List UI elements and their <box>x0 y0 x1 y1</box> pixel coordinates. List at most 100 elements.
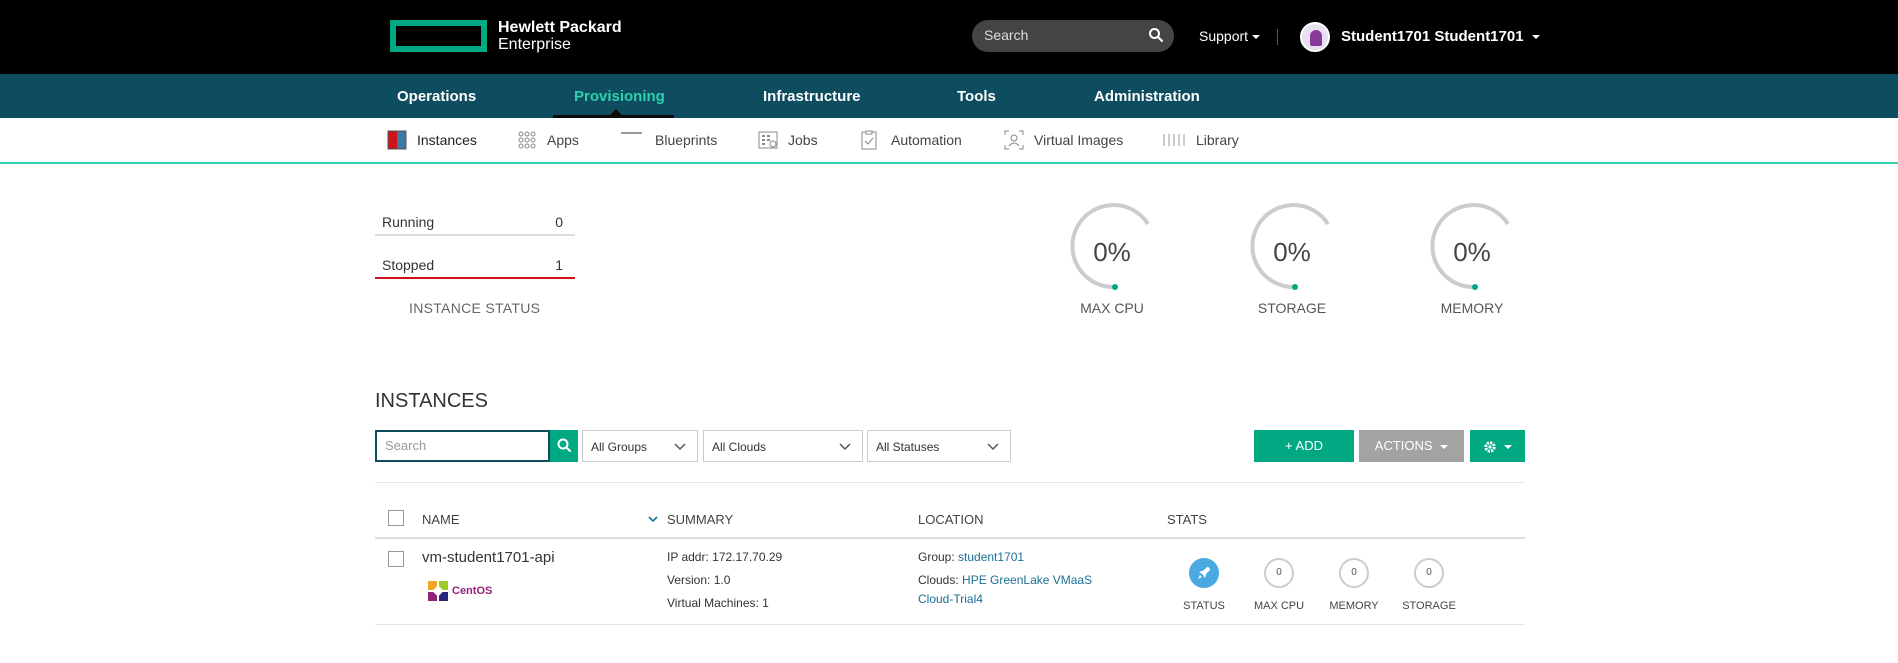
global-search-input[interactable] <box>984 27 1144 43</box>
column-location[interactable]: LOCATION <box>918 512 984 527</box>
running-count: 0 <box>555 214 563 230</box>
nav-provisioning[interactable]: Provisioning <box>574 88 665 105</box>
settings-button[interactable] <box>1470 430 1525 462</box>
stopped-count: 1 <box>555 257 563 273</box>
sub-nav: Instances Apps Blueprints Jobs Automatio… <box>0 118 1898 164</box>
chevron-down-icon <box>1440 444 1449 449</box>
running-label: Running <box>382 214 435 230</box>
status-running[interactable]: Running 0 <box>375 214 575 236</box>
chevron-down-icon <box>1252 35 1261 40</box>
support-menu[interactable]: Support <box>1199 28 1261 44</box>
subnav-instances[interactable]: Instances <box>387 130 477 150</box>
column-summary[interactable]: SUMMARY <box>667 512 733 527</box>
gauge-label: MAX CPU <box>1080 300 1144 316</box>
subnav-library-label: Library <box>1196 132 1239 148</box>
user-name: Student1701 Student1701 <box>1341 28 1524 45</box>
library-icon <box>1162 130 1186 150</box>
rocket-icon <box>1198 567 1210 579</box>
search-icon[interactable] <box>1148 27 1164 48</box>
os-label: CentOS <box>452 585 493 597</box>
logo-line-1: Hewlett Packard <box>498 19 622 36</box>
gauge-memory: 0% MEMORY <box>1428 201 1528 316</box>
filter-statuses-value: All Statuses <box>876 440 940 454</box>
sort-desc-icon[interactable] <box>648 515 658 523</box>
cloud-link[interactable]: HPE GreenLake VMaaS <box>962 573 1092 587</box>
status-indicator[interactable] <box>1189 558 1219 588</box>
row-checkbox[interactable] <box>388 551 404 567</box>
instances-search-input[interactable] <box>385 438 535 453</box>
os-logo: CentOS <box>426 579 492 603</box>
main-nav: Operations Provisioning Infrastructure T… <box>0 74 1898 118</box>
actions-button[interactable]: ACTIONS <box>1359 430 1464 462</box>
summary-vms: Virtual Machines: 1 <box>667 596 769 610</box>
stopped-label: Stopped <box>382 257 435 273</box>
column-stats: STATS <box>1167 512 1207 527</box>
subnav-instances-label: Instances <box>417 132 477 148</box>
gear-icon <box>1483 440 1496 453</box>
add-instance-button[interactable]: + ADD <box>1254 430 1354 462</box>
select-all-checkbox[interactable] <box>388 510 404 526</box>
blueprints-icon <box>620 130 643 150</box>
divider <box>375 537 1525 539</box>
nav-tools[interactable]: Tools <box>957 88 996 105</box>
chevron-down-icon <box>674 443 686 451</box>
subnav-automation-label: Automation <box>891 132 962 148</box>
subnav-virtual-images[interactable]: Virtual Images <box>1004 130 1123 150</box>
group-link[interactable]: student1701 <box>958 550 1024 564</box>
gauge-storage: 0% STORAGE <box>1248 201 1348 316</box>
divider <box>375 624 1525 625</box>
stat-max-cpu: 0 <box>1264 558 1294 588</box>
gauge-label: STORAGE <box>1257 300 1327 316</box>
subnav-jobs-label: Jobs <box>788 132 818 148</box>
subnav-apps[interactable]: Apps <box>517 130 579 150</box>
location-group: Group: student1701 <box>918 550 1024 564</box>
location-clouds: Clouds: HPE GreenLake VMaaS <box>918 573 1092 587</box>
support-label: Support <box>1199 28 1249 44</box>
instance-name[interactable]: vm-student1701-api <box>422 549 555 566</box>
filter-clouds-select[interactable]: All Clouds <box>703 430 863 462</box>
nav-operations[interactable]: Operations <box>397 88 476 105</box>
nav-administration[interactable]: Administration <box>1094 88 1200 105</box>
apps-icon <box>517 130 537 150</box>
stat-storage: 0 <box>1414 558 1444 588</box>
virtual-images-icon <box>1004 130 1024 150</box>
chevron-down-icon <box>1531 35 1540 40</box>
subnav-automation[interactable]: Automation <box>859 130 962 150</box>
instances-search <box>375 430 550 462</box>
clouds-label: Clouds: <box>918 573 959 587</box>
subnav-blueprints-label: Blueprints <box>655 132 718 148</box>
subnav-virtual-images-label: Virtual Images <box>1034 132 1124 148</box>
filter-statuses-select[interactable]: All Statuses <box>867 430 1011 462</box>
subnav-jobs[interactable]: Jobs <box>758 130 818 150</box>
filter-groups-select[interactable]: All Groups <box>582 430 698 462</box>
hpe-logo[interactable]: Hewlett Packard Enterprise <box>390 19 622 53</box>
gauge-value: 0% <box>1093 237 1131 267</box>
chevron-down-icon <box>1504 444 1513 449</box>
stat-status-label: STATUS <box>1183 600 1225 612</box>
jobs-icon <box>758 130 778 150</box>
hpe-logo-mark <box>390 20 487 52</box>
hpe-logo-text: Hewlett Packard Enterprise <box>498 19 622 53</box>
summary-ip: IP addr: 172.17.70.29 <box>667 550 783 564</box>
status-stopped[interactable]: Stopped 1 <box>375 257 575 279</box>
cloud-link-continued[interactable]: Cloud-Trial4 <box>918 592 983 606</box>
instances-title: INSTANCES <box>375 390 488 412</box>
gauge-max-cpu: 0% MAX CPU <box>1068 201 1168 316</box>
top-header: Hewlett Packard Enterprise Support Stude… <box>0 0 1898 74</box>
logo-line-2: Enterprise <box>498 36 571 53</box>
stat-memory: 0 <box>1339 558 1369 588</box>
gauge-value: 0% <box>1273 237 1311 267</box>
divider <box>375 482 1525 483</box>
avatar[interactable] <box>1300 22 1330 52</box>
subnav-library[interactable]: Library <box>1162 130 1239 150</box>
instances-search-button[interactable] <box>550 430 578 462</box>
gauge-value: 0% <box>1453 237 1491 267</box>
subnav-apps-label: Apps <box>547 132 579 148</box>
user-menu[interactable]: Student1701 Student1701 <box>1341 28 1540 45</box>
column-name[interactable]: NAME <box>422 512 460 527</box>
nav-infrastructure[interactable]: Infrastructure <box>763 88 861 105</box>
subnav-blueprints[interactable]: Blueprints <box>620 130 717 150</box>
actions-label: ACTIONS <box>1374 438 1433 453</box>
automation-icon <box>859 130 879 150</box>
filter-clouds-value: All Clouds <box>712 440 767 454</box>
